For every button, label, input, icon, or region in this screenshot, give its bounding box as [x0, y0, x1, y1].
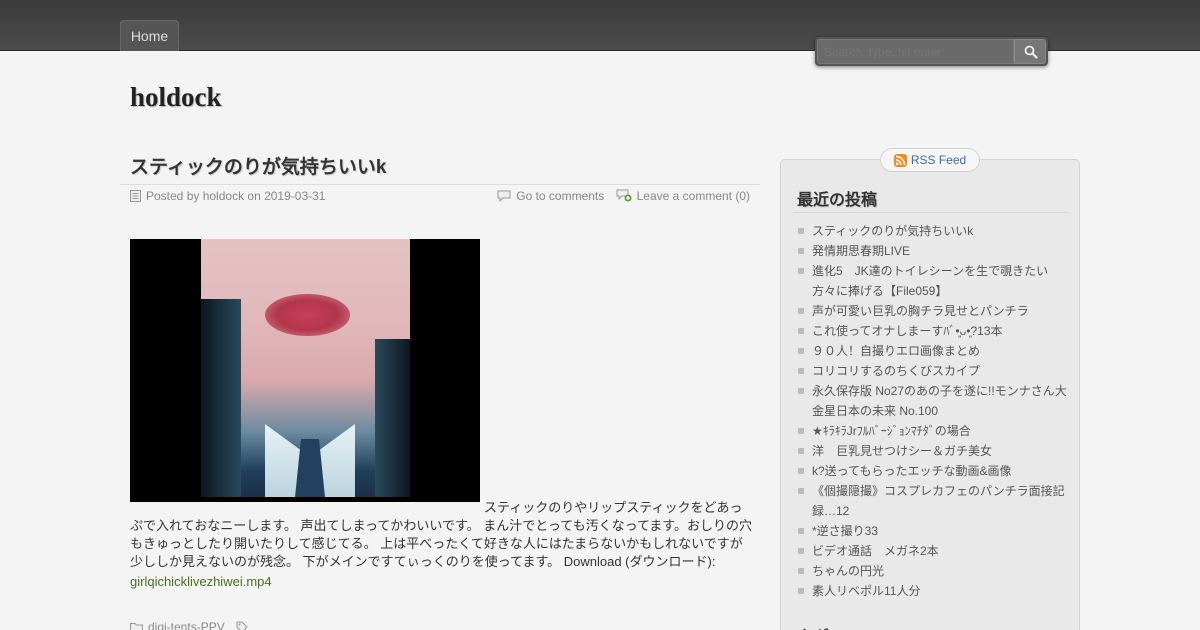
- comment-bubble-icon: [497, 190, 511, 202]
- recent-posts-title: 最近の投稿: [797, 192, 878, 209]
- search-input[interactable]: [817, 39, 1014, 64]
- post-category-line: digi-tents-PPV: [130, 620, 253, 630]
- recent-post-link[interactable]: 永久保存版 No27のあの子を遂に!!モンナさん大金星日本の未来 No.100: [812, 384, 1067, 418]
- recent-post-link[interactable]: *逆さ撮り33: [812, 524, 878, 538]
- post-image-hair-right: [375, 339, 410, 497]
- list-item: これ使ってオナしまーすﾊﾞ•͈ᴗ•͈?13本: [797, 321, 1067, 341]
- post-meta: Posted by holdock on 2019-03-31 Go to co…: [120, 184, 760, 210]
- list-item: 洋 巨乳見せつけシー＆ガチ美女: [797, 441, 1067, 461]
- recent-post-link[interactable]: ★ｷﾗｷﾗJrﾌﾙﾊﾞｰｼﾞｮﾝﾏﾁﾀﾞの場合: [812, 424, 971, 438]
- tag-icon: [236, 621, 248, 630]
- recent-post-link[interactable]: 洋 巨乳見せつけシー＆ガチ美女: [812, 444, 992, 458]
- post-meta-author-date: Posted by holdock on 2019-03-31: [130, 189, 325, 203]
- recent-post-link[interactable]: コリコリするのちくびスカイプ: [812, 364, 980, 378]
- recent-posts-list: スティックのりが気持ちいいk 発情期思春期LIVE 進化5 JK達のトイレシーン…: [797, 221, 1067, 601]
- recent-post-link[interactable]: 素人リベポル11人分: [812, 584, 920, 598]
- folder-icon: [130, 623, 143, 630]
- post-title[interactable]: スティックのりが気持ちいいk: [130, 152, 386, 179]
- list-item: ★ｷﾗｷﾗJrﾌﾙﾊﾞｰｼﾞｮﾝﾏﾁﾀﾞの場合: [797, 421, 1067, 441]
- post-image-lips: [265, 294, 350, 336]
- category-link[interactable]: digi-tents-PPV: [148, 620, 225, 630]
- list-item: 《個撮隠撮》コスプレカフェのパンチラ面接記録…12: [797, 481, 1067, 521]
- post-image: [130, 239, 480, 502]
- list-item: 声が可愛い巨乳の胸チラ見せとパンチラ: [797, 301, 1067, 321]
- recent-post-link[interactable]: 《個撮隠撮》コスプレカフェのパンチラ面接記録…12: [812, 484, 1065, 518]
- leave-comment-link[interactable]: Leave a comment (0): [637, 189, 750, 203]
- list-item: ちゃんの円光: [797, 561, 1067, 581]
- list-item: ９０人！自撮りエロ画像まとめ: [797, 341, 1067, 361]
- list-item: 進化5 JK達のトイレシーンを生で覗きたい方々に捧げる【File059】: [797, 261, 1067, 301]
- list-item: 素人リベポル11人分: [797, 581, 1067, 601]
- recent-post-link[interactable]: ちゃんの円光: [812, 564, 884, 578]
- rss-icon: [893, 154, 907, 167]
- list-item: コリコリするのちくびスカイプ: [797, 361, 1067, 381]
- search-button[interactable]: [1014, 39, 1046, 64]
- list-item: ビデオ通話 メガネ2本: [797, 541, 1067, 561]
- recent-post-link[interactable]: これ使ってオナしまーすﾊﾞ•͈ᴗ•͈?13本: [812, 324, 1003, 338]
- recent-post-link[interactable]: 声が可愛い巨乳の胸チラ見せとパンチラ: [812, 304, 1029, 318]
- download-link[interactable]: girlqichicklivezhiwei.mp4: [130, 574, 272, 589]
- list-item: 永久保存版 No27のあの子を遂に!!モンナさん大金星日本の未来 No.100: [797, 381, 1067, 421]
- recent-post-link[interactable]: k?送ってもらったエッチな動画&画像: [812, 464, 1011, 478]
- rss-feed-label: RSS Feed: [910, 153, 967, 167]
- post-image-hair-left: [201, 299, 241, 497]
- document-icon: [130, 190, 141, 202]
- go-to-comments-link[interactable]: Go to comments: [516, 189, 604, 203]
- add-comment-icon: [616, 189, 632, 202]
- tags-title: タグ: [797, 623, 829, 630]
- nav-home-tab[interactable]: Home: [120, 20, 179, 51]
- list-item: 発情期思春期LIVE: [797, 241, 1067, 261]
- post-meta-comments: Go to comments Leave a comment (0): [497, 189, 750, 203]
- search-icon: [1024, 45, 1038, 59]
- site-title[interactable]: holdock: [130, 82, 222, 113]
- rss-feed-link[interactable]: RSS Feed: [880, 148, 980, 172]
- list-item: スティックのりが気持ちいいk: [797, 221, 1067, 241]
- search-form: [815, 37, 1048, 66]
- list-item: *逆さ撮り33: [797, 521, 1067, 541]
- recent-post-link[interactable]: ９０人！自撮りエロ画像まとめ: [812, 344, 980, 358]
- post-body-text: スティックのりやリップスティックをどあっぷで入れておなニーします。 声出てしまっ…: [130, 500, 752, 569]
- recent-post-link[interactable]: ビデオ通話 メガネ2本: [812, 544, 939, 558]
- list-item: k?送ってもらったエッチな動画&画像: [797, 461, 1067, 481]
- recent-post-link[interactable]: スティックのりが気持ちいいk: [812, 224, 973, 238]
- recent-post-link[interactable]: 発情期思春期LIVE: [812, 244, 910, 258]
- recent-post-link[interactable]: 進化5 JK達のトイレシーンを生で覗きたい方々に捧げる【File059】: [812, 264, 1048, 298]
- posted-by-text: Posted by holdock on 2019-03-31: [146, 189, 326, 203]
- widget-divider: [793, 212, 1068, 213]
